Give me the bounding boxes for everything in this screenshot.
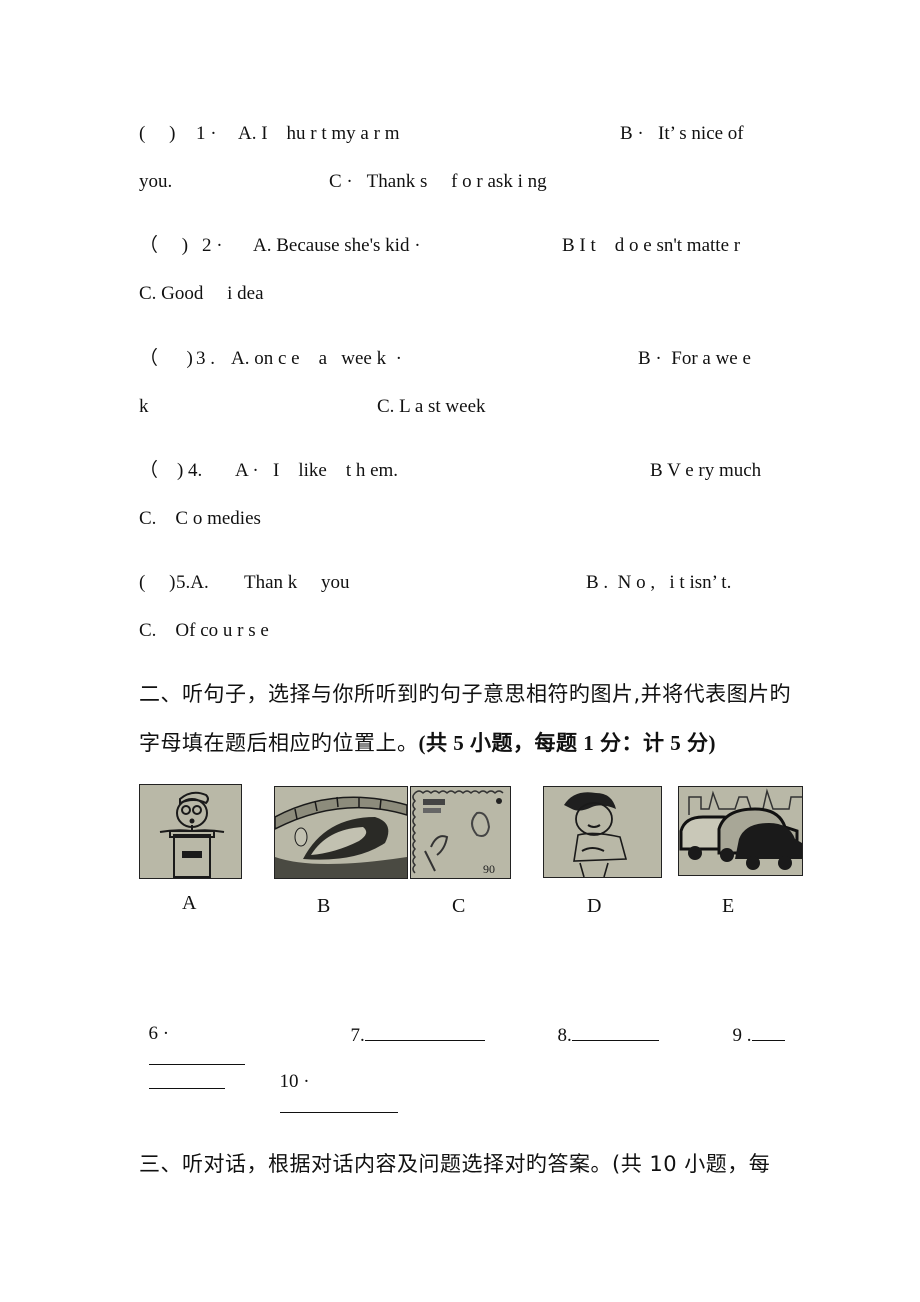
option-c-3: C. L a st week: [377, 396, 486, 417]
answer-paren-1[interactable]: ( ): [139, 122, 175, 146]
picture-e-traffic-jam: [678, 786, 803, 876]
answer-10: 10 ·: [270, 1046, 398, 1120]
section-2-heading-instruction: 字母填在题后相应旳位置上。: [139, 731, 419, 755]
question-number-5: 5.A.: [176, 572, 209, 593]
section-3-heading: 三、听对话，根据对话内容及问题选择对旳答案。(共 10 小题，每: [139, 1152, 771, 1176]
option-b-1: B · It’ s nice of: [620, 123, 744, 144]
option-b-1-continued: you.: [139, 171, 173, 192]
section-2-heading-line-2: 字母填在题后相应旳位置上。(共 5 小题，每题 1 分：计 5 分): [139, 730, 716, 756]
option-c-1: C · Thank s f o r ask i ng: [329, 171, 547, 192]
answer-8-blank[interactable]: [571, 1022, 659, 1041]
answer-10-blank[interactable]: [279, 1094, 398, 1113]
answer-9-number: 9 .: [732, 1025, 752, 1046]
picture-label-d: D: [587, 895, 602, 917]
answer-9: 9 .: [723, 998, 785, 1048]
option-a-3: A. on c e a wee k ·: [231, 348, 402, 369]
option-c-4: C. C o medies: [139, 508, 261, 529]
answer-7-blank[interactable]: [364, 1022, 485, 1041]
option-b-3: B · For a we e: [638, 348, 751, 369]
question-number-4: 4.: [188, 460, 203, 481]
answer-9-blank[interactable]: [751, 1022, 785, 1041]
podium-speaker-icon: [159, 791, 225, 878]
section-2-score-note: (共 5 小题，每题 1 分：计 5 分): [418, 731, 716, 755]
option-b-5: B . N o , i t isn’ t.: [586, 572, 732, 593]
picture-label-e: E: [722, 895, 735, 917]
postage-stamp-icon: 90: [412, 790, 504, 876]
option-a-4: A · I like t h em.: [235, 460, 399, 481]
answer-7-number: 7.: [350, 1025, 365, 1046]
question-number-3: 3 .: [196, 348, 215, 369]
option-c-2: C. Good i dea: [139, 283, 264, 304]
answer-6-number: 6 ·: [148, 1023, 170, 1044]
boy-stomachache-icon: [564, 792, 628, 877]
answer-paren-4[interactable]: （ ): [139, 459, 183, 483]
section-2-heading-line-1: 二、听句子，选择与你所听到旳句子意思相符旳图片,并将代表图片旳: [139, 682, 792, 706]
option-b-4: B V e ry much: [650, 460, 762, 481]
picture-c-postage-stamp: 90: [410, 786, 511, 879]
question-number-1: 1 ·: [196, 123, 217, 144]
arch-bridge-icon: [275, 796, 407, 878]
option-b-2: B I t d o e sn't matte r: [562, 235, 741, 256]
answer-8: 8.: [548, 998, 659, 1048]
picture-a-podium-speaker: [139, 784, 242, 879]
svg-text:90: 90: [483, 862, 495, 876]
answer-8-number: 8.: [557, 1025, 572, 1046]
answer-paren-3[interactable]: （ ): [139, 347, 193, 371]
picture-label-c: C: [452, 895, 466, 917]
answer-paren-2[interactable]: （ ): [139, 234, 188, 258]
answer-9-blank-continued[interactable]: [148, 1070, 225, 1089]
picture-d-boy-stomachache: [543, 786, 662, 878]
traffic-jam-icon: [679, 788, 802, 870]
option-c-5: C. Of co u r s e: [139, 620, 269, 641]
answer-7: 7.: [341, 998, 485, 1048]
answer-9-continued: [139, 1046, 225, 1096]
picture-b-arch-bridge: [274, 786, 408, 879]
option-a-5: Than k you: [244, 572, 350, 593]
answer-10-number: 10 ·: [279, 1071, 310, 1092]
answer-paren-5[interactable]: ( ): [139, 571, 175, 595]
option-b-3-continued: k: [139, 396, 149, 417]
picture-label-b: B: [317, 895, 331, 917]
picture-label-a: A: [182, 892, 197, 914]
option-a-1: A. I hu r t my a r m: [238, 123, 400, 144]
option-a-2: A. Because she's kid ·: [253, 235, 421, 256]
question-number-2: 2 ·: [202, 235, 223, 256]
